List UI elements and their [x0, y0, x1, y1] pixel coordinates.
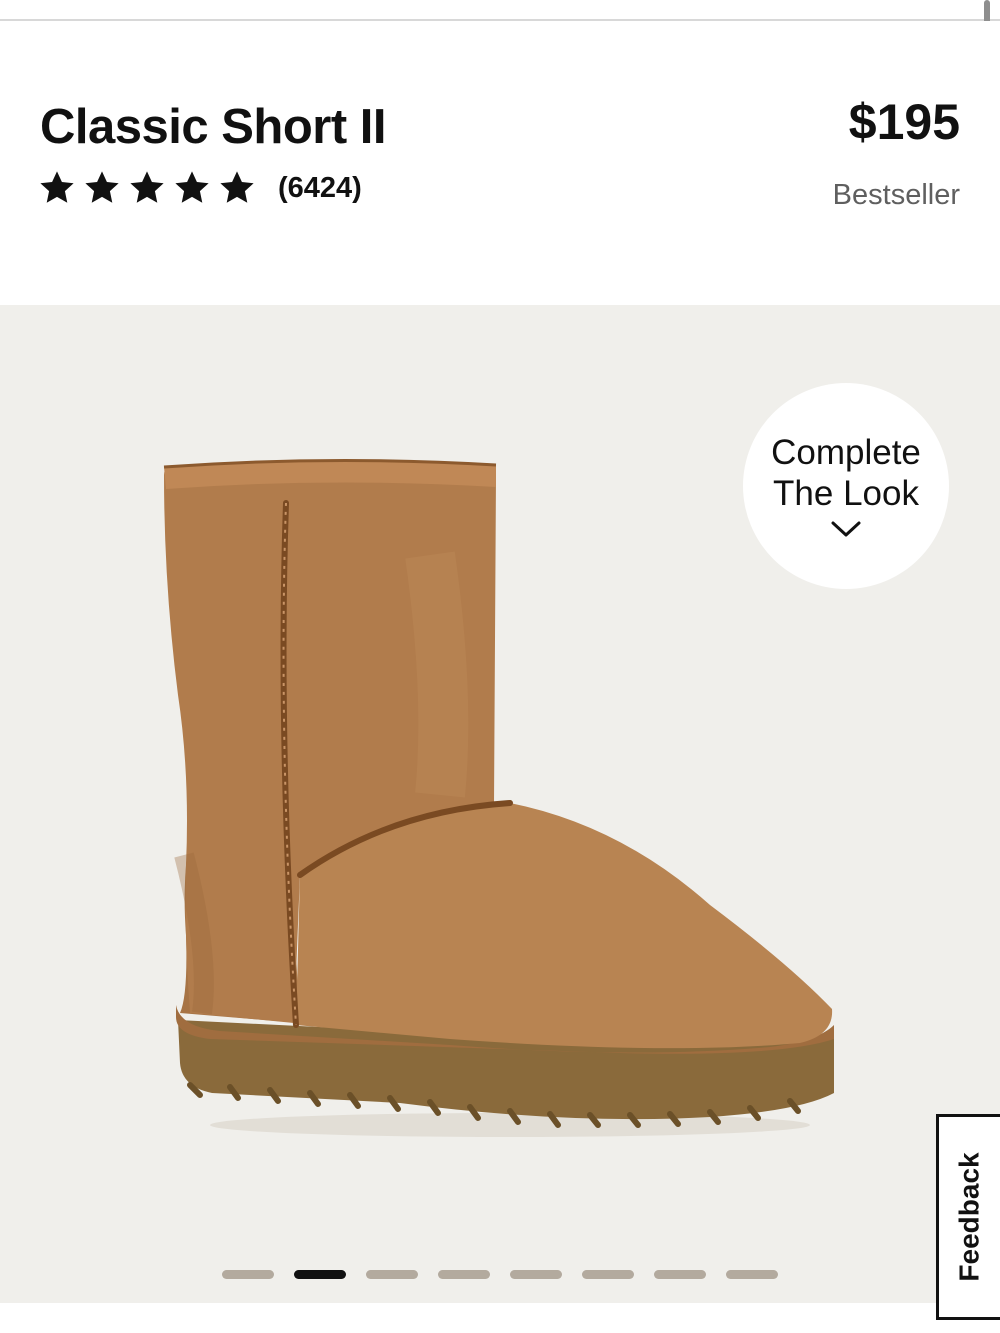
bestseller-badge: Bestseller: [832, 179, 960, 211]
carousel-dot[interactable]: [654, 1270, 706, 1279]
carousel-dot[interactable]: [294, 1270, 346, 1279]
product-price: $195: [848, 94, 960, 150]
product-title: Classic Short II: [40, 100, 387, 154]
carousel-pagination: [222, 1270, 778, 1279]
carousel-dot[interactable]: [510, 1270, 562, 1279]
product-image: [163, 458, 834, 1137]
carousel-dot[interactable]: [222, 1270, 274, 1279]
carousel-dot[interactable]: [726, 1270, 778, 1279]
product-image-gallery[interactable]: Complete The Look: [0, 305, 1000, 1303]
feedback-tab[interactable]: Feedback: [936, 1114, 1000, 1320]
star-icon: [40, 171, 74, 203]
review-count[interactable]: (6424): [278, 172, 362, 205]
star-icon: [85, 171, 119, 203]
carousel-dot[interactable]: [438, 1270, 490, 1279]
carousel-dot[interactable]: [366, 1270, 418, 1279]
carousel-dot[interactable]: [582, 1270, 634, 1279]
feedback-label: Feedback: [953, 1152, 985, 1282]
product-header: Classic Short II (6424) $195 Bestseller: [0, 21, 1000, 305]
star-icon: [220, 171, 254, 203]
complete-the-look-label-line1: Complete: [771, 433, 921, 472]
complete-the-look-button[interactable]: Complete The Look: [743, 383, 949, 589]
chevron-down-icon: [831, 521, 861, 537]
star-icon: [130, 171, 164, 203]
star-rating: [38, 169, 256, 207]
star-icon: [175, 171, 209, 203]
complete-the-look-label-line2: The Look: [773, 474, 919, 513]
product-rating[interactable]: (6424): [38, 169, 362, 207]
bottom-divider-space: [0, 1303, 1000, 1333]
